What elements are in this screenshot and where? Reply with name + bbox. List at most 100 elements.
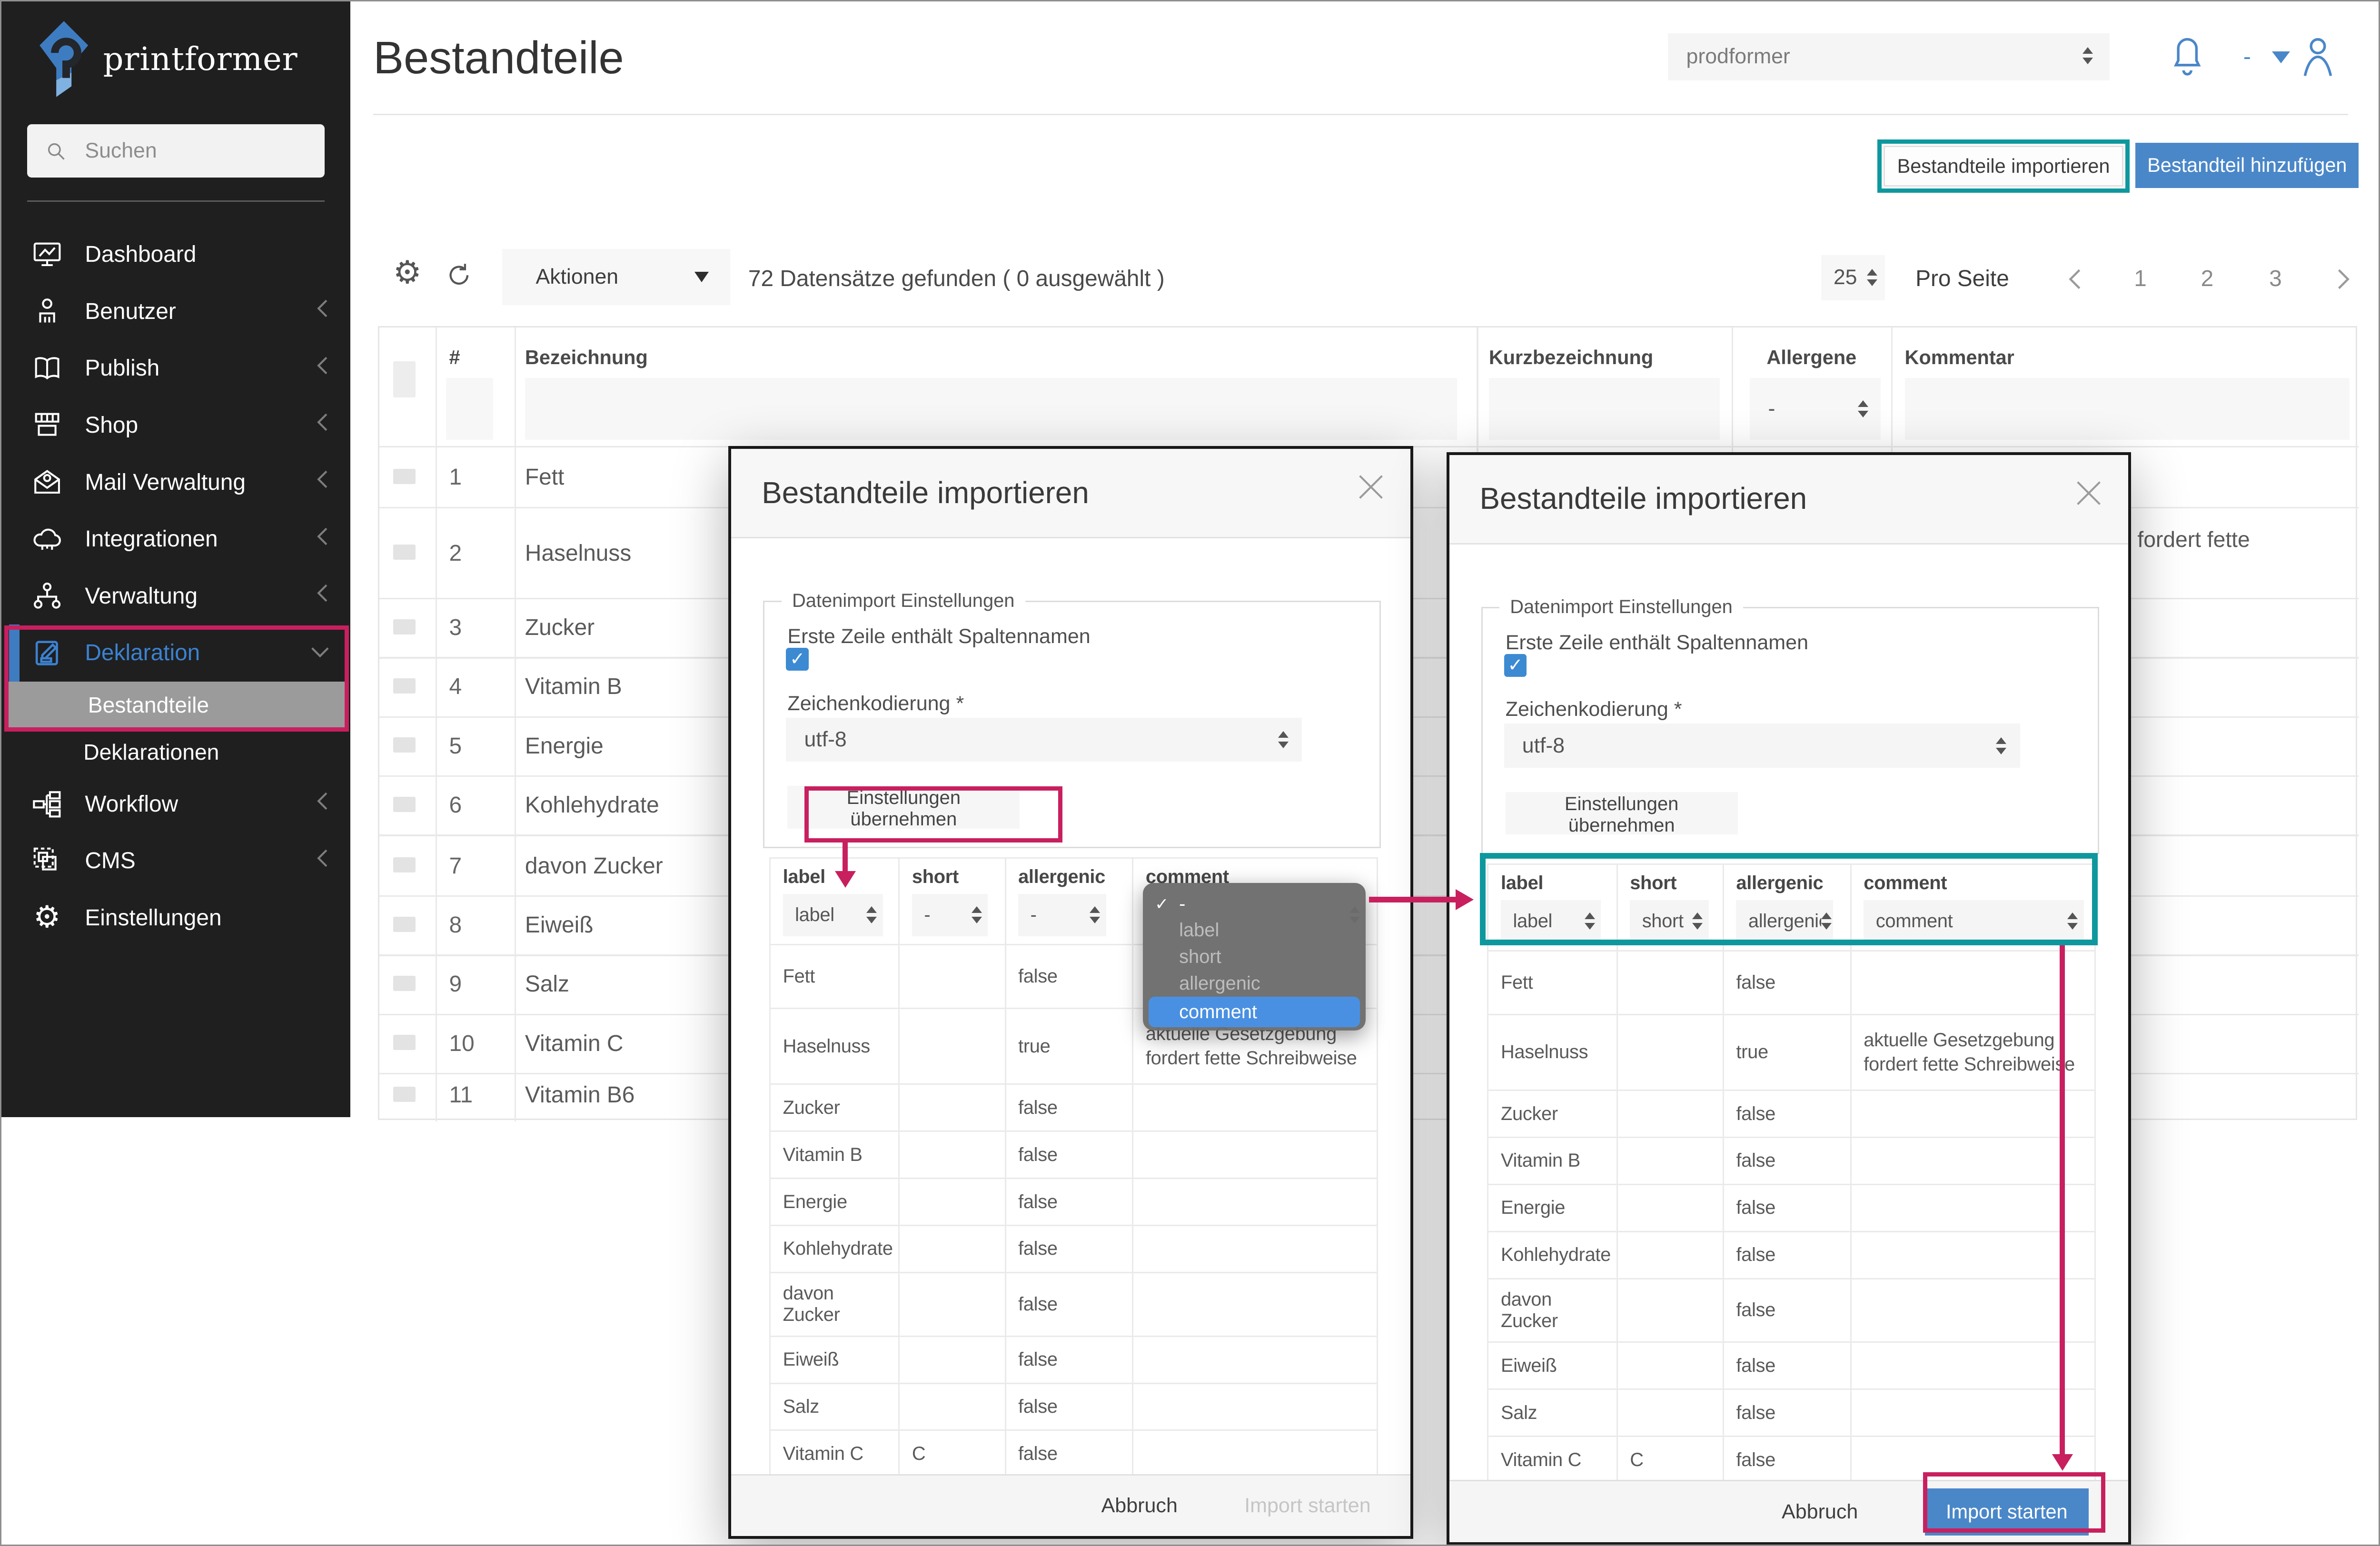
dropdown-option-allergenic[interactable]: allergenic (1143, 971, 1366, 997)
filter-kommentar-input[interactable] (1905, 378, 2350, 440)
map-select-label[interactable]: label (1501, 900, 1601, 942)
dropdown-option-short[interactable]: short (1143, 944, 1366, 971)
row-checkbox[interactable] (393, 469, 416, 484)
map-select-allergenic[interactable]: allergenic (1736, 900, 1833, 942)
map-select-comment[interactable]: comment (1864, 900, 2083, 942)
map-cell: Zucker (769, 1085, 900, 1132)
row-checkbox[interactable] (393, 737, 416, 753)
encoding-select[interactable]: utf-8 (786, 718, 1302, 762)
start-import-button-disabled: Import starten (1244, 1494, 1370, 1517)
account-caret-icon[interactable] (2272, 51, 2290, 63)
sidebar-item-workflow[interactable]: Workflow (1, 775, 350, 832)
row-checkbox[interactable] (393, 619, 416, 634)
profile-icon[interactable] (2298, 33, 2338, 79)
row-num: 10 (449, 1031, 474, 1057)
row-num: 11 (449, 1082, 473, 1108)
pagination-next-icon[interactable] (2334, 267, 2352, 291)
map-cell: Eiweiß (769, 1337, 900, 1384)
col-header-allergene[interactable]: Allergene (1766, 346, 1856, 369)
tenant-select[interactable]: prodformer (1668, 33, 2110, 80)
search-input[interactable] (82, 138, 300, 164)
pagination-page-1[interactable]: 1 (2134, 266, 2147, 292)
map-cell (1852, 1390, 2096, 1437)
sidebar-item-label: Benutzer (85, 298, 176, 325)
sidebar-item-einstellungen[interactable]: ⚙ Einstellungen (1, 889, 350, 946)
col-header-bezeichnung[interactable]: Bezeichnung (525, 346, 648, 369)
close-icon[interactable] (2072, 476, 2105, 510)
row-checkbox[interactable] (393, 857, 416, 872)
sidebar-item-integrationen[interactable]: Integrationen (1, 511, 350, 568)
actions-dropdown[interactable]: Aktionen (502, 249, 730, 305)
apply-settings-button[interactable]: Einstellungen übernehmen (1506, 792, 1738, 834)
map-select-short[interactable]: short (1630, 900, 1709, 942)
pagination-page-2[interactable]: 2 (2201, 266, 2214, 292)
map-col-header: comment (1864, 872, 1947, 894)
sidebar-item-deklaration[interactable]: Deklaration (1, 624, 350, 682)
close-icon[interactable] (1354, 470, 1388, 504)
map-cell: false (1724, 1343, 1852, 1390)
first-row-checkbox[interactable]: ✓ (1504, 654, 1527, 677)
filter-bezeichnung-input[interactable] (525, 378, 1457, 440)
map-cell: Salz (769, 1384, 900, 1431)
page-size-select[interactable]: 25 (1821, 255, 1885, 301)
select-all-checkbox[interactable] (393, 361, 416, 398)
map-cell: true (1724, 1015, 1852, 1091)
row-checkbox[interactable] (393, 797, 416, 812)
col-header-num[interactable]: # (449, 346, 460, 369)
sidebar-item-mail-verwaltung[interactable]: Mail Verwaltung (1, 454, 350, 511)
map-cell (1133, 1431, 1378, 1478)
map-cell: false (1724, 1390, 1852, 1437)
row-checkbox[interactable] (393, 678, 416, 694)
sidebar-item-label: Dashboard (85, 241, 196, 268)
org-chart-icon (29, 578, 65, 614)
dropdown-option-dash[interactable]: ✓- (1143, 891, 1366, 917)
notifications-bell-icon[interactable] (2169, 35, 2206, 77)
map-col-header: short (1630, 872, 1676, 894)
sidebar-item-shop[interactable]: Shop (1, 397, 350, 454)
filter-allergene-select[interactable]: - (1750, 378, 1880, 440)
sidebar-item-publish[interactable]: Publish (1, 340, 350, 397)
apply-settings-button[interactable]: Einstellungen übernehmen (787, 786, 1020, 828)
row-checkbox[interactable] (393, 917, 416, 932)
cancel-button[interactable]: Abbruch (1782, 1500, 1858, 1524)
map-select-allergenic[interactable]: - (1018, 894, 1106, 936)
select-spinner-icon (1090, 906, 1100, 923)
table-settings-gear-icon[interactable]: ⚙ (393, 257, 422, 288)
dropdown-option-label[interactable]: label (1143, 917, 1366, 944)
dropdown-option-comment[interactable]: comment (1149, 997, 1359, 1027)
row-name: davon Zucker (525, 853, 663, 879)
map-cell (1133, 1273, 1378, 1337)
row-checkbox[interactable] (393, 545, 416, 560)
col-header-kommentar[interactable]: Kommentar (1905, 346, 2014, 369)
sidebar-item-cms[interactable]: CMS (1, 832, 350, 890)
sidebar-item-dashboard[interactable]: Dashboard (1, 226, 350, 283)
map-select-label[interactable]: label (783, 894, 883, 936)
map-cell: Haselnuss (1487, 1015, 1617, 1091)
refresh-icon[interactable] (445, 261, 474, 290)
first-row-checkbox[interactable]: ✓ (786, 648, 809, 671)
row-checkbox[interactable] (393, 1087, 416, 1102)
sidebar-item-verwaltung[interactable]: Verwaltung (1, 567, 350, 624)
filter-num-input[interactable] (446, 378, 493, 440)
row-checkbox[interactable] (393, 976, 416, 991)
map-cell: davon Zucker (769, 1273, 900, 1337)
first-row-label: Erste Zeile enthält Spaltennamen (787, 625, 1090, 648)
add-bestandteil-button[interactable]: Bestandteil hinzufügen (2135, 143, 2359, 188)
pagination-page-3[interactable]: 3 (2269, 266, 2282, 292)
sidebar-subitem-deklarationen[interactable]: Deklarationen (1, 728, 350, 775)
pagination-prev-icon[interactable] (2066, 267, 2084, 291)
row-checkbox[interactable] (393, 1035, 416, 1050)
map-cell: false (1006, 945, 1134, 1009)
import-bestandteile-button[interactable]: Bestandteile importieren (1884, 146, 2123, 187)
sidebar-subitem-bestandteile[interactable]: Bestandteile (6, 682, 346, 729)
start-import-button[interactable]: Import starten (1925, 1488, 2089, 1536)
brand-logo[interactable]: printformer (38, 20, 298, 99)
modal-title: Bestandteile importieren (762, 475, 1089, 510)
sidebar-item-benutzer[interactable]: Benutzer (1, 283, 350, 340)
map-select-short[interactable]: - (912, 894, 988, 936)
col-header-kurzbezeichnung[interactable]: Kurzbezeichnung (1489, 346, 1653, 369)
encoding-select[interactable]: utf-8 (1504, 723, 2020, 767)
sidebar-search[interactable] (27, 124, 325, 178)
cancel-button[interactable]: Abbruch (1101, 1494, 1178, 1517)
filter-kurzbezeichnung-input[interactable] (1489, 378, 1720, 440)
